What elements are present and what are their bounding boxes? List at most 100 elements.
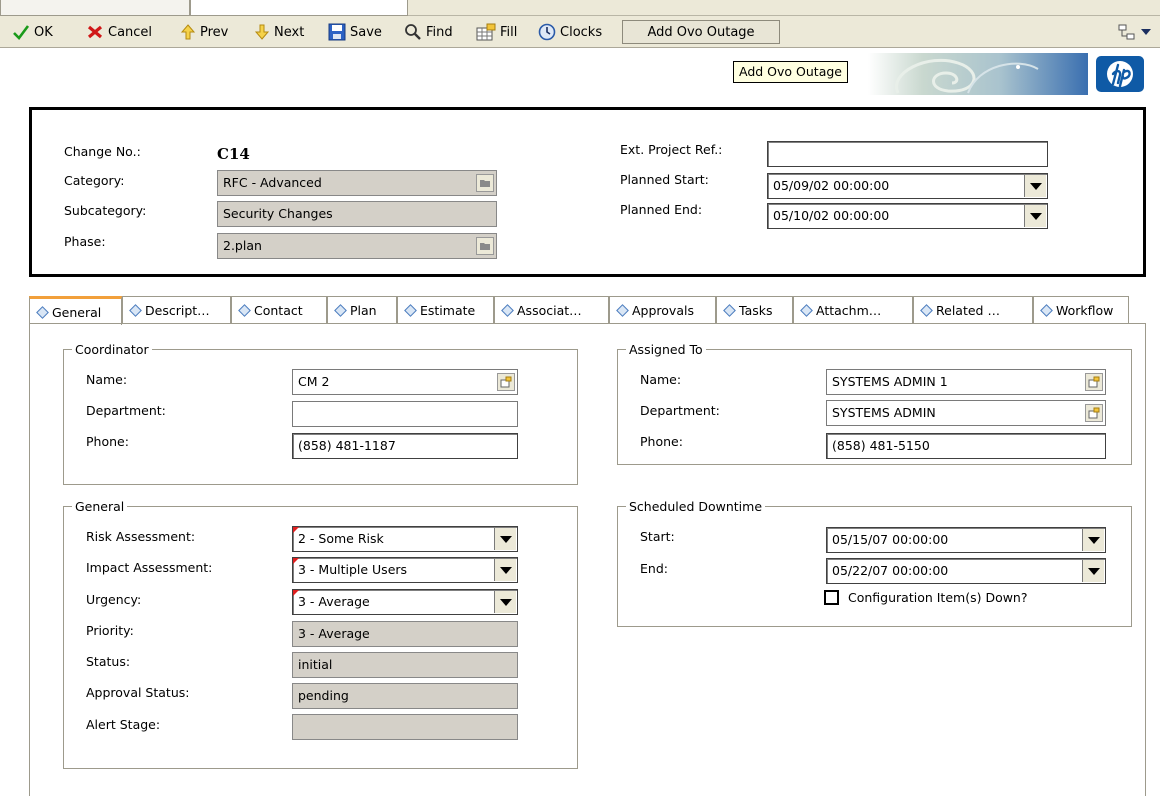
folder-lookup-icon[interactable] <box>476 174 494 192</box>
arrow-down-icon <box>254 24 270 40</box>
chevron-down-icon[interactable] <box>494 559 516 581</box>
planned-start-label: Planned Start: <box>620 172 709 187</box>
required-marker <box>293 590 299 596</box>
ci-down-label: Configuration Item(s) Down? <box>848 590 1028 605</box>
chevron-down-icon[interactable] <box>494 591 516 613</box>
chevron-down-icon[interactable] <box>494 528 516 550</box>
assigned-name-input[interactable]: SYSTEMS ADMIN 1 <box>826 369 1106 395</box>
coordinator-phone-input[interactable]: (858) 481-1187 <box>292 433 518 459</box>
diamond-icon <box>129 304 142 317</box>
clock-icon <box>538 23 556 41</box>
diamond-icon <box>334 304 347 317</box>
assigned-phone-value: (858) 481-5150 <box>832 438 930 453</box>
tab-label: General <box>52 304 102 320</box>
urgency-value: 3 - Average <box>298 594 370 609</box>
window-tab[interactable] <box>0 0 190 16</box>
priority-label: Priority: <box>86 623 134 638</box>
tab-plan[interactable]: Plan <box>327 296 397 324</box>
urgency-dropdown[interactable]: 3 - Average <box>292 589 518 615</box>
lookup-icon[interactable] <box>1085 404 1103 422</box>
category-value: RFC - Advanced <box>223 175 322 190</box>
tab-associations[interactable]: Associat… <box>494 296 609 324</box>
tab-contact[interactable]: Contact <box>231 296 327 324</box>
assigned-phone-label: Phone: <box>640 434 683 449</box>
tab-workflow[interactable]: Workflow <box>1033 296 1129 324</box>
risk-assessment-dropdown[interactable]: 2 - Some Risk <box>292 526 518 552</box>
assigned-name-label: Name: <box>640 372 682 387</box>
approval-status-field: pending <box>292 683 518 709</box>
window-tab-strip <box>0 0 1160 16</box>
save-button[interactable]: Save <box>328 16 382 48</box>
next-button[interactable]: Next <box>254 16 304 48</box>
add-ovo-outage-button[interactable]: Add Ovo Outage <box>622 20 780 44</box>
fill-button[interactable]: Fill <box>476 16 517 48</box>
lookup-icon[interactable] <box>1085 373 1103 391</box>
approval-status-value: pending <box>298 688 349 703</box>
floppy-disk-icon <box>328 23 346 41</box>
folder-lookup-icon[interactable] <box>476 237 494 255</box>
impact-assessment-label: Impact Assessment: <box>86 560 213 575</box>
diamond-icon <box>36 305 49 319</box>
cancel-button[interactable]: Cancel <box>86 16 152 48</box>
tab-estimate[interactable]: Estimate <box>397 296 494 324</box>
category-label: Category: <box>64 173 125 188</box>
fill-label: Fill <box>500 24 518 40</box>
assigned-to-legend: Assigned To <box>629 342 703 357</box>
tooltip: Add Ovo Outage <box>733 61 848 83</box>
find-button[interactable]: Find <box>404 16 453 48</box>
coordinator-dept-input[interactable] <box>292 401 518 427</box>
window-tab-active[interactable] <box>190 0 408 16</box>
category-field[interactable]: RFC - Advanced <box>217 170 497 196</box>
subcategory-field[interactable]: Security Changes <box>217 201 497 227</box>
downtime-end-value: 05/22/07 00:00:00 <box>832 563 949 578</box>
chevron-down-icon[interactable] <box>1024 175 1046 197</box>
tab-label: Workflow <box>1056 303 1114 318</box>
phase-field[interactable]: 2.plan <box>217 233 497 259</box>
clocks-label: Clocks <box>560 24 603 40</box>
planned-start-dropdown[interactable]: 05/09/02 00:00:00 <box>767 173 1048 199</box>
coordinator-name-input[interactable]: CM 2 <box>292 369 518 395</box>
ok-button[interactable]: OK <box>12 16 53 48</box>
tab-description[interactable]: Descript… <box>122 296 231 324</box>
tab-label: Tasks <box>739 303 773 318</box>
alert-stage-field <box>292 714 518 740</box>
diamond-icon <box>404 304 417 317</box>
phase-label: Phase: <box>64 234 106 249</box>
lookup-icon[interactable] <box>497 373 515 391</box>
tab-general[interactable]: General <box>29 296 122 325</box>
diamond-icon <box>723 304 736 317</box>
assigned-dept-input[interactable]: SYSTEMS ADMIN <box>826 400 1106 426</box>
magnifier-icon <box>405 24 421 40</box>
coordinator-phone-value: (858) 481-1187 <box>298 438 396 453</box>
tab-label: Estimate <box>420 303 476 318</box>
prev-button[interactable]: Prev <box>180 16 228 48</box>
coordinator-phone-label: Phone: <box>86 434 129 449</box>
planned-end-label: Planned End: <box>620 202 703 217</box>
required-marker <box>293 558 299 564</box>
diamond-icon <box>616 304 629 317</box>
planned-end-dropdown[interactable]: 05/10/02 00:00:00 <box>767 203 1048 229</box>
tab-related[interactable]: Related … <box>913 296 1033 324</box>
toolbar-options-menu[interactable] <box>1118 16 1152 48</box>
coordinator-legend: Coordinator <box>75 342 149 357</box>
tab-approvals[interactable]: Approvals <box>609 296 716 324</box>
tab-tasks[interactable]: Tasks <box>716 296 793 324</box>
ext-project-ref-input[interactable] <box>767 141 1048 167</box>
coordinator-dept-label: Department: <box>86 403 166 418</box>
downtime-start-dropdown[interactable]: 05/15/07 00:00:00 <box>826 527 1106 553</box>
chevron-down-icon[interactable] <box>1024 205 1046 227</box>
downtime-end-dropdown[interactable]: 05/22/07 00:00:00 <box>826 558 1106 584</box>
diamond-icon <box>238 304 251 317</box>
chevron-down-icon[interactable] <box>1082 529 1104 551</box>
ext-project-ref-label: Ext. Project Ref.: <box>620 142 723 157</box>
tab-attachments[interactable]: Attachm… <box>793 296 913 324</box>
impact-assessment-dropdown[interactable]: 3 - Multiple Users <box>292 557 518 583</box>
status-label: Status: <box>86 654 131 669</box>
ci-down-checkbox[interactable] <box>824 590 839 605</box>
downtime-end-label: End: <box>640 561 668 576</box>
clocks-button[interactable]: Clocks <box>538 16 602 48</box>
chevron-down-icon[interactable] <box>1082 560 1104 582</box>
risk-assessment-label: Risk Assessment: <box>86 529 196 544</box>
assigned-phone-input[interactable]: (858) 481-5150 <box>826 433 1106 459</box>
approval-status-label: Approval Status: <box>86 685 190 700</box>
